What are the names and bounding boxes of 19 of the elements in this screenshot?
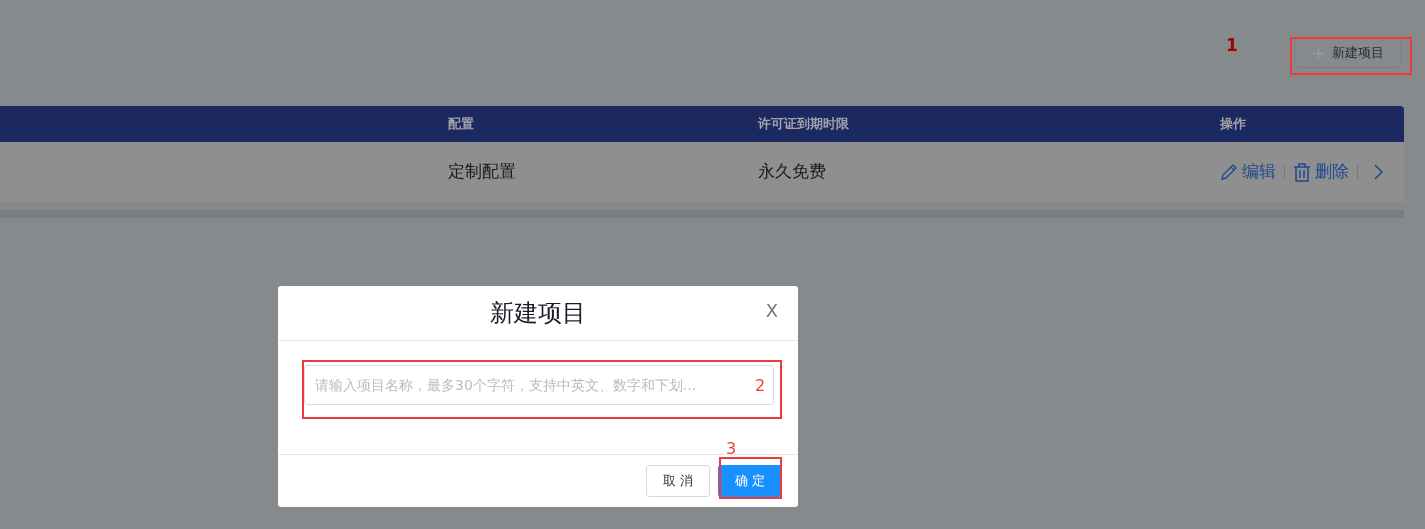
cancel-button[interactable]: 取 消	[646, 465, 710, 497]
new-project-button[interactable]: 新建项目	[1294, 38, 1402, 68]
highlight-frame	[719, 457, 782, 499]
trash-icon	[1293, 162, 1311, 182]
column-header: 配置	[448, 115, 475, 134]
chevron-right-icon	[1374, 164, 1384, 181]
edit-link[interactable]: 编辑	[1220, 159, 1276, 185]
step-number: 1	[1226, 37, 1238, 54]
dialog-title: 新建项目	[490, 298, 586, 329]
delete-link[interactable]: 删除	[1293, 159, 1349, 185]
step-number: 3	[726, 441, 737, 457]
step-number: 2	[755, 378, 766, 394]
column-header: 许可证到期时限	[758, 115, 850, 134]
table-cell-text: 定制配置	[448, 160, 517, 184]
close-button[interactable]: X	[765, 302, 778, 320]
pencil-icon	[1220, 163, 1238, 181]
table-cell-text: 永久免费	[758, 160, 827, 184]
column-header: 操作	[1220, 115, 1247, 134]
confirm-button[interactable]: 确 定	[718, 465, 782, 497]
